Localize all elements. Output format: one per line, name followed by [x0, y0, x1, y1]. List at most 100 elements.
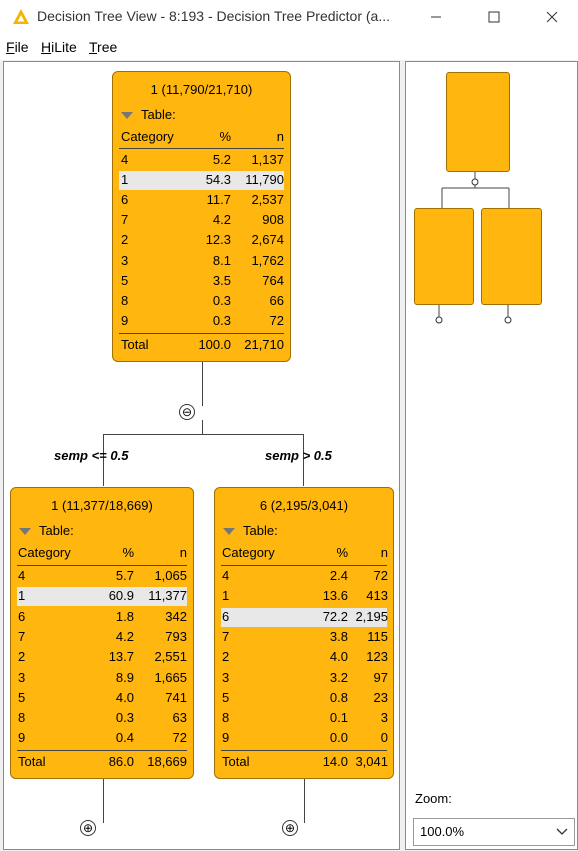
zoom-label: Zoom: — [415, 791, 452, 806]
table-row: 7 4.2 793 — [17, 628, 187, 647]
table-row: 9 0.4 72 — [17, 729, 187, 748]
table-row: 8 0.1 3 — [221, 709, 388, 728]
table-header: Category% n — [11, 544, 193, 564]
total-count: 3,041 — [355, 754, 388, 769]
zoom-select[interactable]: 100.0% — [413, 818, 575, 846]
tree-node-left[interactable]: 1 (11,377/18,669) Table: Category% n 4 5.7 1,0… — [10, 487, 194, 779]
table-total-row: Total 14.0 3,041 — [215, 753, 393, 773]
node-header: 6 (2,195/3,041) — [259, 498, 349, 513]
row-percent: 12.3 — [205, 232, 231, 248]
menu-bar: File HiLite Tree — [0, 34, 578, 60]
node-table-toggle[interactable]: Table: — [19, 523, 74, 538]
table-row: 7 4.2 908 — [119, 211, 284, 230]
row-count: 97 — [373, 669, 388, 685]
total-divider — [221, 750, 387, 751]
total-label: Total — [121, 337, 149, 352]
table-label: Table: — [39, 523, 74, 538]
row-count: 66 — [269, 292, 284, 308]
total-divider — [17, 750, 187, 751]
total-percent: 86.0 — [108, 754, 134, 769]
overview-node-root[interactable] — [446, 72, 510, 172]
table-row: 2 4.0 123 — [221, 648, 388, 667]
total-label: Total — [18, 754, 46, 769]
row-percent: 13.7 — [108, 649, 134, 665]
tree-node-right[interactable]: 6 (2,195/3,041) Table: Category% n 4 2.4 72 1 13… — [214, 487, 394, 779]
table-row: 3 8.9 1,665 — [17, 669, 187, 688]
expand-left-button[interactable]: ⊕ — [80, 820, 96, 836]
row-category: 6 — [121, 192, 129, 208]
maximize-button[interactable] — [472, 4, 516, 30]
row-percent: 5.2 — [212, 152, 231, 167]
minimize-button[interactable] — [414, 4, 458, 30]
overview-node-left[interactable] — [414, 208, 474, 305]
row-category: 8 — [18, 710, 26, 726]
node-table-toggle[interactable]: Table: — [121, 107, 176, 122]
row-category: 3 — [222, 669, 230, 685]
tree-node-root[interactable]: 1 (11,790/21,710) Table: Category% n 4 5.2 1,1… — [112, 71, 291, 362]
node-table-toggle[interactable]: Table: — [223, 523, 278, 538]
table-header: Category% n — [113, 128, 290, 148]
row-category: 5 — [18, 689, 26, 705]
table-row: 9 0.0 0 — [221, 729, 388, 748]
row-count: 2,674 — [251, 232, 284, 248]
total-count: 21,710 — [244, 337, 284, 352]
row-count: 2,195 — [355, 608, 388, 624]
row-category: 7 — [121, 212, 129, 228]
row-category: 1 — [121, 172, 129, 188]
menu-file[interactable]: File — [6, 39, 29, 55]
row-percent: 3.8 — [329, 628, 348, 644]
row-percent: 60.9 — [108, 588, 134, 604]
title-bar: Decision Tree View - 8:193 - Decision Tr… — [0, 0, 578, 34]
close-button[interactable] — [530, 4, 574, 30]
row-percent: 0.3 — [115, 710, 134, 726]
row-count: 63 — [172, 710, 187, 726]
table-row: 5 3.5 764 — [119, 272, 284, 291]
expand-right-button[interactable]: ⊕ — [282, 820, 298, 836]
table-row: 1 13.6 413 — [221, 587, 388, 606]
column-n: n — [179, 545, 187, 560]
right-split-label: semp > 0.5 — [265, 448, 332, 463]
row-category: 9 — [222, 730, 230, 746]
column-category: Category — [222, 545, 275, 560]
row-count: 11,377 — [148, 588, 187, 604]
minimize-icon — [431, 16, 441, 18]
overview-node-right[interactable] — [481, 208, 542, 305]
total-percent: 14.0 — [322, 754, 348, 769]
row-count: 72 — [172, 730, 187, 746]
menu-tree[interactable]: Tree — [89, 39, 117, 55]
chevron-down-icon — [556, 828, 568, 835]
root-connector-lower — [202, 420, 203, 434]
row-count: 3 — [380, 710, 388, 726]
table-row: 2 12.3 2,674 — [119, 231, 284, 250]
table-label: Table: — [243, 523, 278, 538]
row-category: 3 — [18, 669, 26, 685]
row-category: 6 — [18, 608, 26, 624]
table-total-row: Total 86.0 18,669 — [11, 753, 193, 773]
row-count: 11,790 — [245, 172, 284, 188]
row-percent: 54.3 — [205, 172, 231, 188]
tree-canvas[interactable]: ⊖ semp <= 0.5 semp > 0.5 ⊕ ⊕ 1 (11,790/2… — [3, 61, 400, 850]
row-percent: 0.8 — [329, 689, 348, 705]
collapse-triangle-icon — [223, 528, 235, 536]
total-divider — [119, 333, 284, 334]
row-count: 72 — [373, 568, 388, 583]
row-category: 7 — [18, 628, 26, 644]
row-category: 6 — [222, 608, 230, 624]
collapse-button[interactable]: ⊖ — [179, 404, 195, 420]
window-title: Decision Tree View - 8:193 - Decision Tr… — [37, 8, 391, 24]
row-percent: 0.3 — [212, 292, 231, 308]
table-row: 5 0.8 23 — [221, 689, 388, 708]
row-category: 4 — [18, 568, 26, 583]
left-split-label: semp <= 0.5 — [54, 448, 129, 463]
menu-hilite[interactable]: HiLite — [41, 39, 77, 55]
row-count: 764 — [262, 272, 284, 288]
split-hline — [103, 434, 303, 435]
row-count: 115 — [367, 628, 388, 644]
maximize-icon — [488, 11, 500, 23]
row-percent: 13.6 — [322, 588, 348, 604]
tree-overview[interactable] — [405, 61, 578, 850]
table-row: 2 13.7 2,551 — [17, 648, 187, 667]
row-category: 4 — [121, 152, 129, 167]
collapse-triangle-icon — [121, 112, 133, 120]
row-category: 3 — [121, 252, 129, 268]
